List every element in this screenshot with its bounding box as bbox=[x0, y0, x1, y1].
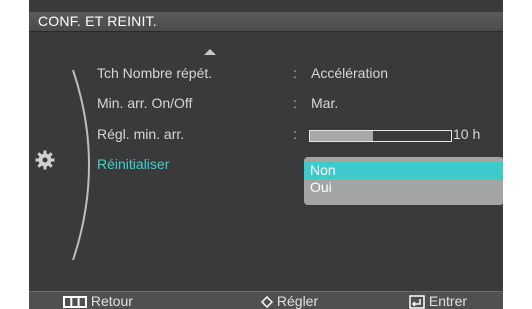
title-bar: CONF. ET REINIT. bbox=[29, 12, 503, 32]
scroll-up-icon[interactable] bbox=[204, 49, 216, 55]
menu-icon bbox=[63, 296, 87, 309]
gear-icon bbox=[35, 150, 55, 170]
menu-arc-decoration bbox=[72, 70, 90, 260]
enter-icon bbox=[409, 295, 425, 309]
menu-item-label: Réinitialiser bbox=[97, 156, 170, 172]
up-down-icon bbox=[261, 296, 273, 309]
separator: : bbox=[293, 95, 297, 111]
option-label: Non bbox=[310, 162, 336, 178]
adjust-button[interactable]: Régler bbox=[261, 293, 318, 309]
timer-progress-bar[interactable] bbox=[309, 130, 452, 142]
option-non[interactable]: Non bbox=[304, 162, 503, 179]
separator: : bbox=[293, 126, 297, 142]
enter-label: Entrer bbox=[428, 293, 468, 309]
timer-value: 10 h bbox=[453, 126, 481, 142]
option-label: Oui bbox=[310, 179, 332, 195]
back-label: Retour bbox=[90, 293, 133, 309]
menu-item-regl-min-arr[interactable]: Régl. min. arr. : 10 h bbox=[97, 126, 497, 146]
menu-item-value: Accélération bbox=[311, 65, 389, 81]
reset-options-dropdown[interactable]: Non Oui bbox=[304, 157, 503, 205]
back-button[interactable]: Retour bbox=[63, 293, 133, 309]
menu-item-value: Mar. bbox=[311, 95, 339, 111]
separator: : bbox=[293, 65, 297, 81]
option-oui[interactable]: Oui bbox=[304, 179, 503, 196]
menu-item-label: Tch Nombre répét. bbox=[97, 65, 213, 81]
enter-button[interactable]: Entrer bbox=[409, 293, 467, 309]
menu-item-label: Régl. min. arr. bbox=[97, 126, 185, 142]
adjust-label: Régler bbox=[276, 293, 319, 309]
footer-bar: Retour Régler Entrer bbox=[29, 291, 503, 309]
menu-item-tch-nombre-repet[interactable]: Tch Nombre répét. : Accélération bbox=[97, 65, 497, 85]
osd-panel: CONF. ET REINIT. Tch Nombre répét. : Acc… bbox=[29, 0, 503, 309]
menu-title: CONF. ET REINIT. bbox=[38, 13, 157, 29]
timer-progress-fill bbox=[310, 131, 374, 141]
menu-item-min-arr-on-off[interactable]: Min. arr. On/Off : Mar. bbox=[97, 95, 497, 115]
menu-item-label: Min. arr. On/Off bbox=[97, 95, 193, 111]
